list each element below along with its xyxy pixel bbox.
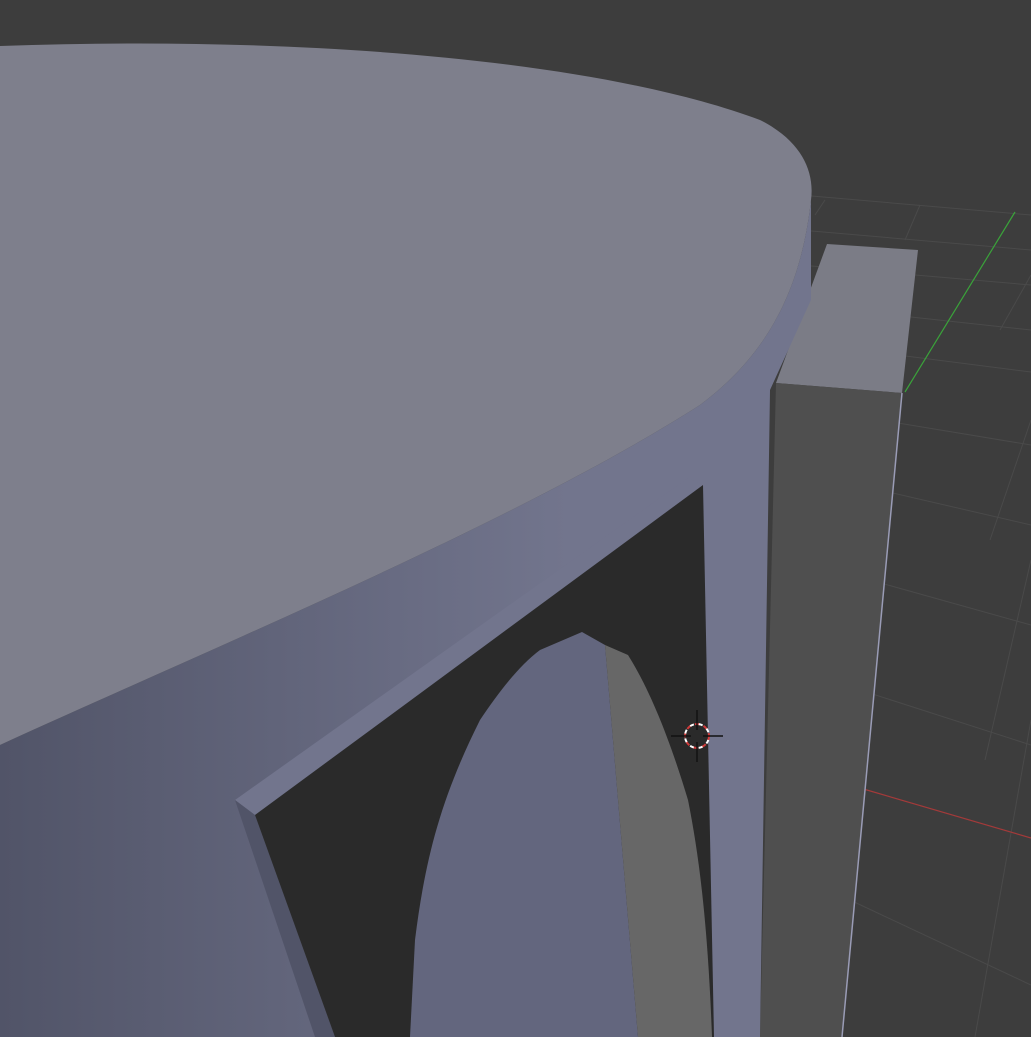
viewport-canvas[interactable] xyxy=(0,0,1031,1037)
3d-viewport[interactable] xyxy=(0,0,1031,1037)
